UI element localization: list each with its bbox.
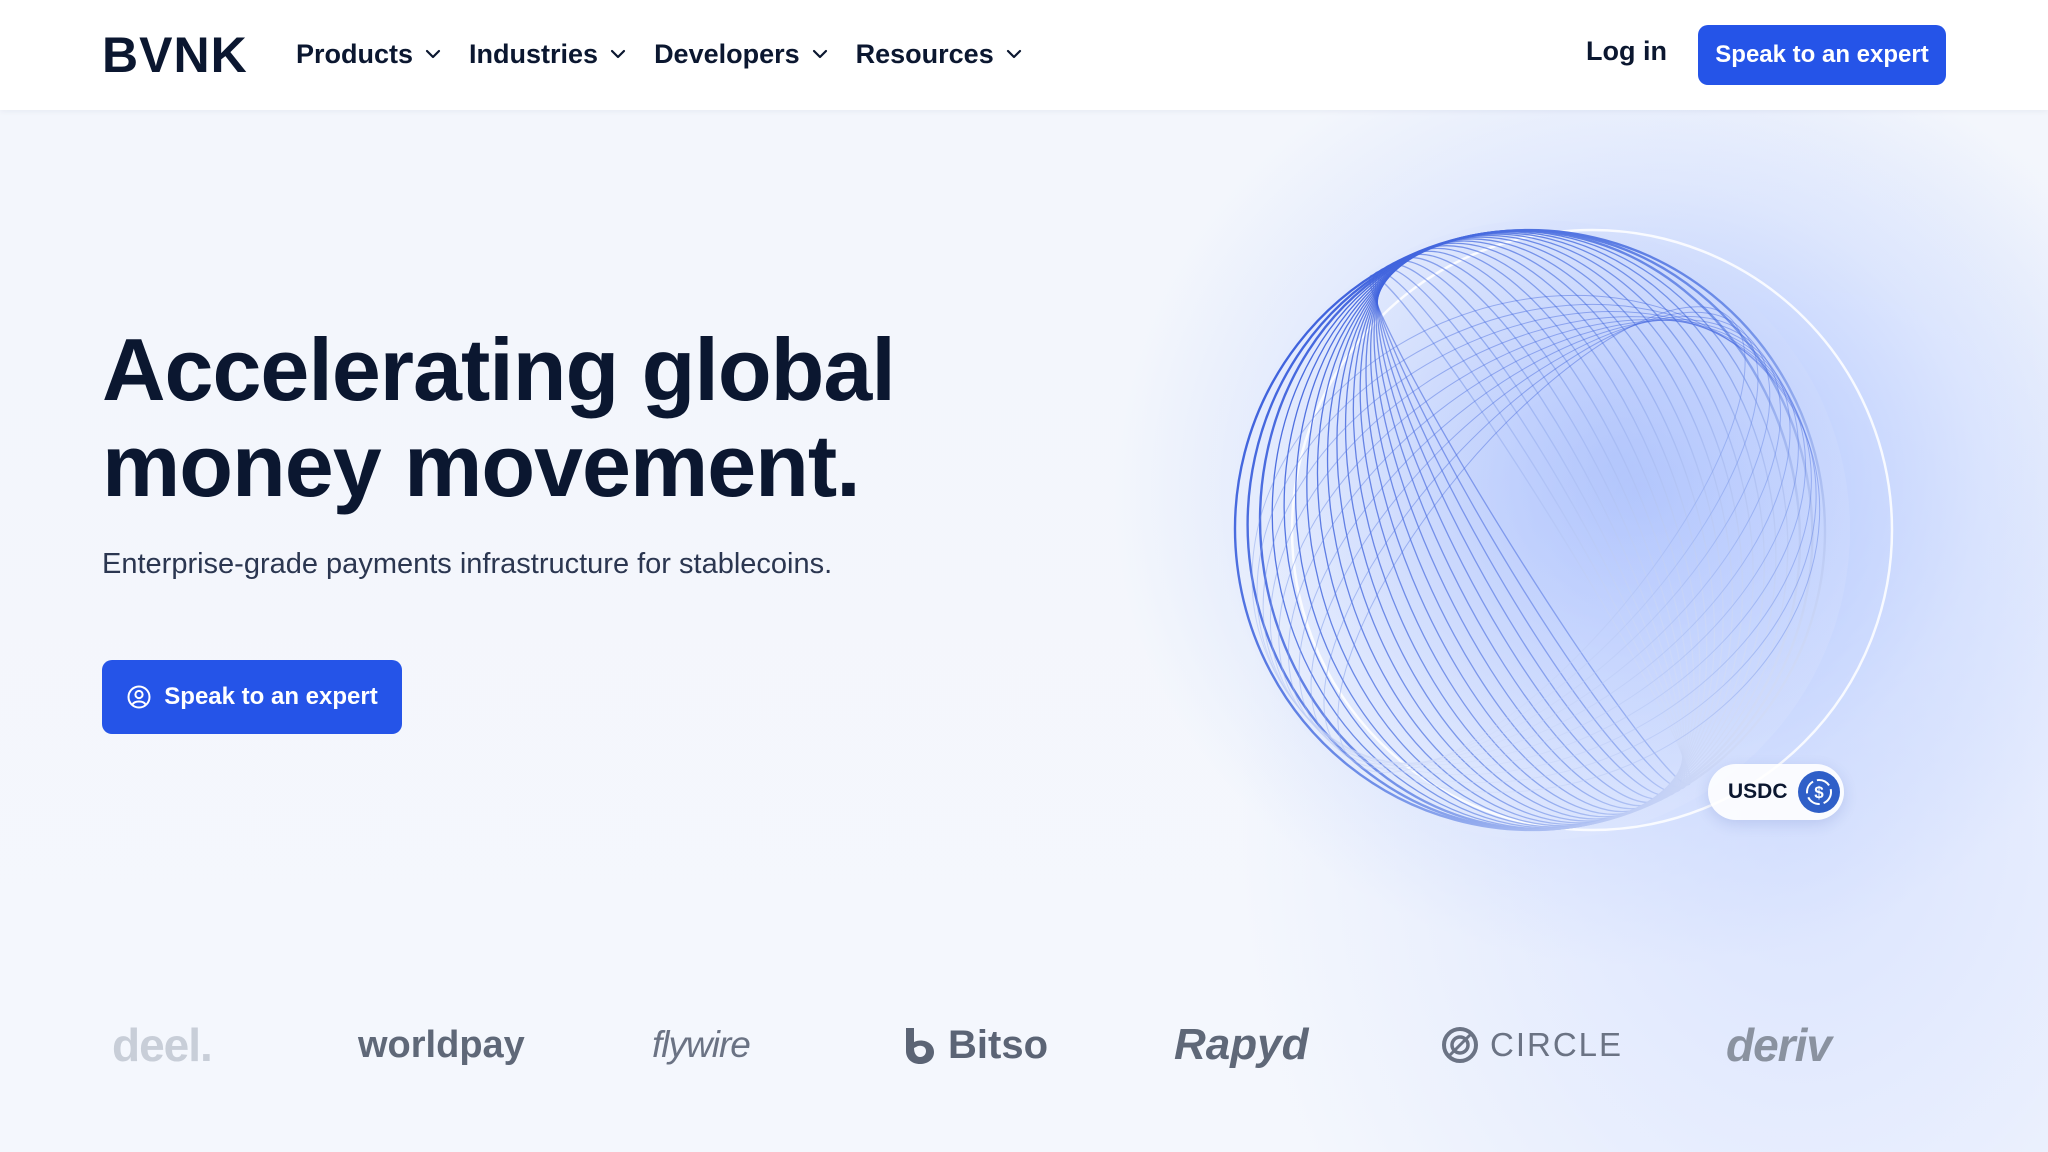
- nav-developers[interactable]: Developers: [654, 34, 830, 74]
- partner-logo-deel: deel.: [112, 1019, 213, 1071]
- hero-subtitle: Enterprise-grade payments infrastructure…: [102, 548, 833, 580]
- chevron-down-icon: [812, 49, 827, 59]
- svg-text:$: $: [1814, 783, 1824, 802]
- bvnk-logo[interactable]: BVNK: [102, 28, 248, 82]
- top-navbar: BVNK Products Industries Developers Reso…: [0, 0, 2048, 110]
- nav-products-label: Products: [296, 38, 414, 69]
- hero-title: Accelerating global money movement.: [102, 322, 1002, 514]
- nav-industries-label: Industries: [469, 38, 599, 69]
- partner-logo-circle: CIRCLE: [1440, 1000, 1623, 1090]
- partner-logo-rapyd: Rapyd: [1174, 1020, 1309, 1069]
- usdc-label: USDC: [1728, 780, 1788, 803]
- bitso-mark-icon: [906, 1028, 934, 1064]
- nav-speak-to-expert-button[interactable]: Speak to an expert: [1698, 25, 1946, 85]
- user-circle-icon: [127, 685, 151, 709]
- usdc-badge: USDC $: [1708, 764, 1844, 820]
- chevron-down-icon: [610, 49, 626, 59]
- chevron-down-icon: [425, 49, 441, 59]
- partner-logo-deriv: deriv: [1726, 1019, 1832, 1071]
- nav-resources-label: Resources: [855, 38, 994, 69]
- bitso-text: Bitso: [948, 1022, 1048, 1067]
- flywire-text: flywire: [652, 1024, 751, 1065]
- usdc-coin-icon: $: [1797, 771, 1840, 813]
- partner-logo-bitso: Bitso: [900, 1000, 1048, 1090]
- chevron-down-icon: [1006, 49, 1021, 59]
- partner-logo-worldpay: worldpay: [358, 1023, 525, 1066]
- circle-text: CIRCLE: [1490, 1026, 1624, 1063]
- nav-industries[interactable]: Industries: [469, 34, 628, 74]
- hero-speak-to-expert-button[interactable]: Speak to an expert: [102, 660, 402, 734]
- main-nav: Products Industries Developers Resources: [296, 34, 1024, 74]
- partner-logo-flywire: flywire: [652, 1000, 751, 1090]
- partner-logos: deel. worldpay flywire Bitso Rapyd CIRCL…: [0, 1000, 2048, 1090]
- hero-title-line1: Accelerating global: [102, 320, 896, 419]
- nav-developers-label: Developers: [654, 38, 800, 69]
- nav-products[interactable]: Products: [296, 34, 443, 74]
- hero-title-line2: money movement.: [102, 416, 861, 515]
- nav-resources[interactable]: Resources: [856, 34, 1024, 74]
- circle-mark-icon: [1442, 1027, 1478, 1063]
- hero-cta-label: Speak to an expert: [164, 683, 378, 710]
- login-link[interactable]: Log in: [1586, 36, 1667, 67]
